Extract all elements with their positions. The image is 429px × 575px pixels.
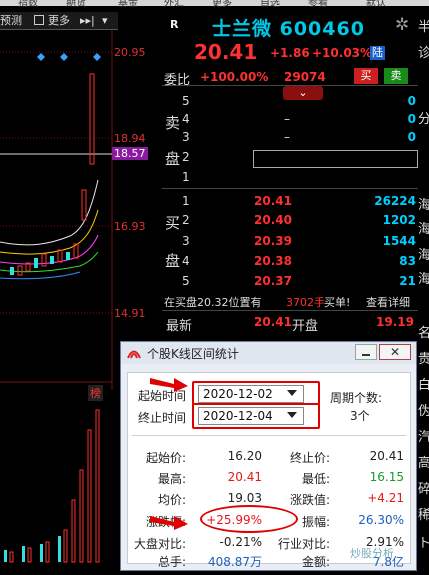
watermark: 炒股分析 bbox=[350, 547, 394, 560]
price-change-pct: +10.03% bbox=[312, 46, 373, 60]
volume-value: 408.87万 bbox=[208, 555, 262, 569]
price-change: +1.86 bbox=[270, 46, 310, 60]
change-label: 涨跌值: bbox=[290, 493, 331, 507]
volume-label[interactable]: 榜 bbox=[88, 385, 103, 401]
buy-row-4[interactable]: 4 20.38 83 bbox=[162, 254, 418, 272]
app-logo-icon bbox=[127, 350, 141, 359]
divider bbox=[162, 310, 418, 311]
market-compare-value: -0.21% bbox=[219, 535, 262, 549]
arrow-annotation-icon bbox=[150, 378, 188, 392]
highlight-box bbox=[192, 403, 320, 429]
menu-item-reference[interactable]: 参看 bbox=[308, 0, 328, 9]
change-value: +4.21 bbox=[367, 491, 404, 505]
top-menu-strip: 指数 期货 基金 外汇 更多 自选 参看 默认 bbox=[0, 0, 429, 9]
dialog-body: 起始时间 终止时间 2020-12-02 2020-12-04 周期个数: 3个… bbox=[127, 372, 411, 569]
avg-value: 19.03 bbox=[227, 491, 262, 505]
blank-order-box bbox=[253, 150, 418, 168]
amplitude-value: 26.30% bbox=[358, 513, 404, 527]
menu-item-index[interactable]: 指数 bbox=[18, 0, 38, 9]
minimize-icon[interactable] bbox=[355, 344, 377, 360]
sell-row-5[interactable]: 5 0 bbox=[162, 94, 418, 112]
buy-row-1[interactable]: 1 20.41 26224 bbox=[162, 194, 418, 212]
price-tick: 18.94 bbox=[114, 132, 146, 145]
low-label: 最低: bbox=[302, 472, 331, 486]
big-order-notice[interactable]: 在买盘20.32位置有 3702手 买单! 查看详细 bbox=[162, 292, 418, 310]
market-badge: 陆 bbox=[370, 46, 385, 60]
buy-row-2[interactable]: 2 20.40 1202 bbox=[162, 213, 418, 231]
price-tick: 14.91 bbox=[114, 307, 146, 320]
menu-item-forex[interactable]: 外汇 bbox=[164, 0, 184, 9]
sell-row-3[interactable]: 3 – 0 bbox=[162, 130, 418, 148]
quote-row: 最新 20.41 开盘 19.19 bbox=[166, 315, 414, 334]
low-value: 16.15 bbox=[369, 470, 404, 484]
checkbox-icon[interactable] bbox=[34, 15, 44, 25]
weibi-num: 29074 bbox=[284, 70, 326, 84]
r-badge: R bbox=[170, 18, 179, 31]
market-compare-label: 大盘对比: bbox=[134, 537, 187, 551]
dropdown-icon[interactable]: ▾ bbox=[102, 14, 108, 28]
buy-row-5[interactable]: 5 20.37 21 bbox=[162, 274, 418, 292]
current-price-tag: 18.57 bbox=[112, 147, 148, 160]
start-price-label: 起始价: bbox=[146, 451, 187, 465]
avg-label: 均价: bbox=[158, 493, 187, 507]
start-price-value: 16.20 bbox=[227, 449, 262, 463]
sell-row-4[interactable]: 4 – 0 bbox=[162, 112, 418, 130]
amplitude-label: 振幅: bbox=[302, 515, 331, 529]
highlight-box bbox=[192, 381, 320, 405]
menu-item-funds[interactable]: 基金 bbox=[118, 0, 138, 9]
amount-label: 金额: bbox=[302, 555, 331, 569]
menu-item-more[interactable]: 更多 bbox=[212, 0, 232, 9]
arrow-expand-icon[interactable]: ▸▸| bbox=[80, 14, 95, 28]
more-button[interactable]: 更多 bbox=[48, 14, 70, 28]
volume-label: 总手: bbox=[158, 555, 187, 569]
weibi-pct: +100.00% bbox=[200, 70, 269, 84]
forecast-button[interactable]: 预测 bbox=[0, 14, 22, 28]
price-tick: 16.93 bbox=[114, 220, 146, 233]
sell-button[interactable]: 卖 bbox=[384, 68, 408, 84]
price-row: 20.41 +1.86 +10.03% 陆 bbox=[162, 40, 418, 64]
end-price-label: 终止价: bbox=[290, 451, 331, 465]
weibi-row: 委比 +100.00% 29074 买 卖 bbox=[162, 68, 418, 88]
last-price: 20.41 bbox=[194, 40, 258, 64]
buy-row-3[interactable]: 3 20.39 1544 bbox=[162, 234, 418, 252]
high-label: 最高: bbox=[158, 472, 187, 486]
menu-item-watchlist[interactable]: 自选 bbox=[260, 0, 280, 9]
stock-header: R 士兰微 600460 ✲ bbox=[162, 12, 418, 40]
industry-compare-label: 行业对比: bbox=[278, 537, 331, 551]
weibi-label: 委比 bbox=[164, 73, 191, 88]
divider bbox=[162, 188, 418, 189]
period-count-value: 3个 bbox=[350, 409, 370, 423]
dialog-title: 个股K线区间统计 bbox=[147, 347, 239, 361]
dialog-titlebar[interactable]: 个股K线区间统计 ✕ bbox=[121, 342, 416, 364]
divider bbox=[132, 435, 406, 436]
right-side-panel: 半 诊 分 海 海 海 海 名 贵 白 伪 汽 高 碎 稀 ト bbox=[418, 12, 429, 571]
menu-item-default[interactable]: 默认 bbox=[366, 0, 386, 9]
period-count-label: 周期个数: bbox=[330, 391, 383, 405]
arrow-annotation-icon bbox=[150, 516, 188, 530]
end-time-label: 终止时间 bbox=[138, 411, 187, 425]
price-tick: 20.95 bbox=[114, 46, 146, 59]
chart-toolbar: 预测 更多 ▸▸| ▾ bbox=[0, 12, 118, 30]
close-icon[interactable]: ✕ bbox=[379, 344, 411, 360]
high-value: 20.41 bbox=[227, 470, 262, 484]
stock-name-code: 士兰微 600460 bbox=[212, 18, 365, 40]
highlight-ellipse bbox=[200, 505, 298, 533]
end-price-value: 20.41 bbox=[369, 449, 404, 463]
menu-item-futures[interactable]: 期货 bbox=[66, 0, 86, 9]
sell-row-1[interactable]: 1 bbox=[162, 170, 418, 188]
buy-button[interactable]: 买 bbox=[354, 68, 378, 84]
view-details-link[interactable]: 查看详细 bbox=[366, 294, 410, 310]
gear-icon[interactable]: ✲ bbox=[395, 15, 409, 35]
